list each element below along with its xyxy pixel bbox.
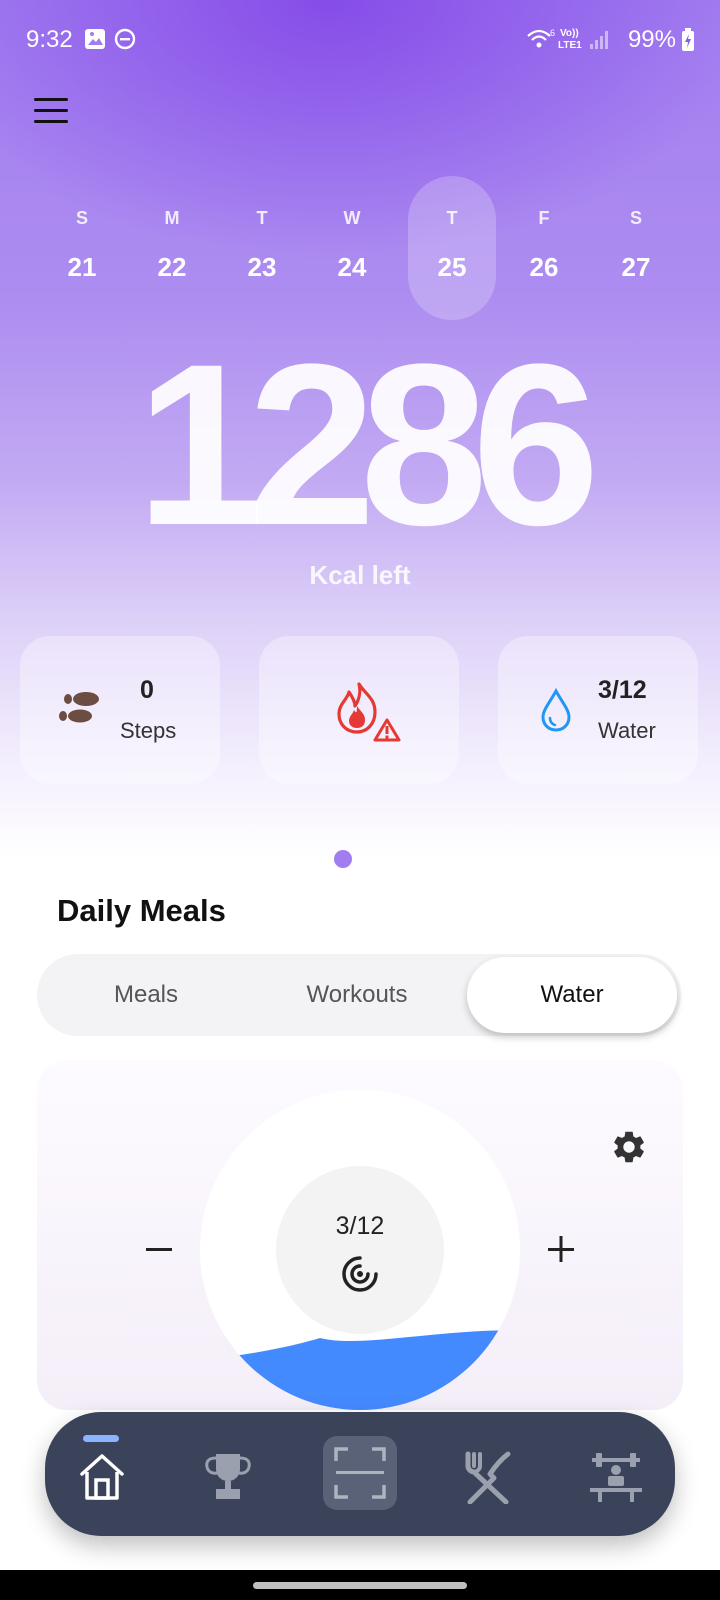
fork-knife-icon[interactable]: [460, 1448, 516, 1504]
tab-water[interactable]: Water: [467, 957, 677, 1033]
day-of-week: M: [164, 208, 180, 228]
weights-icon[interactable]: [588, 1450, 644, 1506]
gallery-icon: [85, 29, 105, 49]
day-number: 25: [437, 252, 467, 282]
svg-text:6: 6: [550, 28, 555, 38]
home-gesture-handle[interactable]: [253, 1582, 467, 1589]
day-item[interactable]: T 23: [218, 180, 306, 324]
calories-burned-card[interactable]: [259, 636, 459, 784]
day-number: 27: [621, 252, 651, 282]
day-item[interactable]: S 21: [38, 180, 126, 324]
day-of-week: T: [446, 208, 458, 228]
steps-card[interactable]: 0 Steps: [20, 636, 220, 784]
day-item[interactable]: F 26: [500, 180, 588, 324]
signal-icon: [590, 31, 608, 49]
wifi-icon: 6: [527, 28, 555, 48]
water-card[interactable]: 3/12 Water: [498, 636, 698, 784]
kcal-left-label: Kcal left: [309, 560, 411, 590]
nav-active-indicator: [83, 1435, 119, 1442]
menu-icon[interactable]: [34, 98, 70, 124]
decrease-water-button[interactable]: [144, 1234, 174, 1264]
water-drop-icon: [541, 688, 571, 732]
svg-text:Vo)): Vo)): [560, 28, 579, 39]
water-target-icon: [342, 1256, 378, 1292]
day-number: 22: [157, 252, 187, 282]
increase-water-button[interactable]: [546, 1234, 576, 1264]
gear-icon[interactable]: [610, 1128, 648, 1166]
water-label: Water: [598, 718, 656, 743]
footsteps-icon: [59, 692, 99, 723]
steps-label: Steps: [120, 718, 177, 743]
home-icon[interactable]: [74, 1448, 130, 1504]
day-of-week: S: [629, 208, 642, 228]
day-item-selected[interactable]: T 25: [408, 176, 496, 320]
scan-icon[interactable]: [332, 1445, 388, 1501]
day-number: 26: [529, 252, 559, 282]
day-of-week: F: [538, 208, 550, 228]
day-number: 23: [247, 252, 277, 282]
steps-value: 0: [140, 676, 154, 704]
day-item[interactable]: M 22: [128, 180, 216, 324]
water-gauge[interactable]: [200, 1090, 520, 1410]
svg-text:LTE1: LTE1: [558, 40, 582, 51]
day-of-week: W: [343, 208, 361, 228]
battery-level: 99%: [627, 26, 676, 53]
water-count: 3/12: [335, 1212, 385, 1240]
battery-charging-icon: [682, 28, 694, 51]
day-item[interactable]: W 24: [308, 180, 396, 324]
dnd-icon: [114, 28, 136, 50]
tab-workouts[interactable]: Workouts: [251, 954, 463, 1036]
day-number: 21: [67, 252, 97, 282]
meal-type-tabs: Meals Workouts Water: [37, 954, 681, 1036]
status-time: 9:32: [26, 26, 73, 53]
page-indicator-dot: [334, 850, 352, 868]
day-of-week: T: [256, 208, 268, 228]
day-item[interactable]: S 27: [592, 180, 680, 324]
water-value: 3/12: [598, 676, 647, 704]
section-title: Daily Meals: [57, 893, 226, 928]
volte-icon: Vo)) LTE1: [558, 28, 582, 51]
trophy-icon[interactable]: [200, 1448, 256, 1504]
day-number: 24: [337, 252, 367, 282]
flame-warning-icon: [337, 682, 401, 742]
kcal-left-value: 1286: [136, 316, 600, 573]
status-bar: 9:32 6 Vo)) LTE1 99%: [0, 0, 720, 80]
tab-meals[interactable]: Meals: [37, 954, 255, 1036]
day-of-week: S: [75, 208, 88, 228]
week-day-strip: S 21 M 22 T 23 W 24 T 25 F 26 S 27: [36, 176, 684, 320]
